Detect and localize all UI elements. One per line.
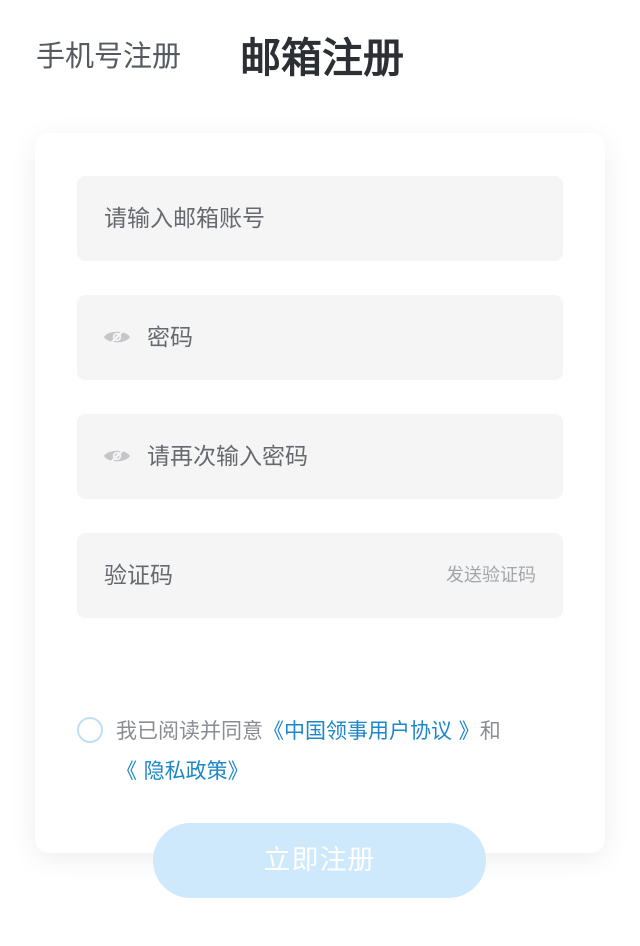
agree-checkbox[interactable]	[77, 717, 103, 743]
eye-slash-icon[interactable]	[103, 447, 131, 465]
confirm-password-input[interactable]	[147, 414, 547, 499]
privacy-policy-link[interactable]: 《 隐私政策》	[116, 759, 249, 783]
register-button[interactable]: 立即注册	[153, 823, 486, 898]
register-tabs: 手机号注册 邮箱注册	[0, 0, 640, 110]
user-agreement-link[interactable]: 《中国领事用户协议 》	[263, 719, 480, 743]
agreement-row: 我已阅读并同意《中国领事用户协议 》和《 隐私政策》	[77, 711, 547, 791]
agreement-conjunction: 和	[479, 719, 501, 743]
email-input[interactable]	[104, 176, 544, 261]
email-field-box	[77, 176, 563, 261]
register-form-card: 发送验证码 我已阅读并同意《中国领事用户协议 》和《 隐私政策》	[35, 133, 605, 853]
agreement-text: 我已阅读并同意《中国领事用户协议 》和《 隐私政策》	[116, 711, 547, 791]
tab-email-register[interactable]: 邮箱注册	[240, 24, 404, 84]
password-field-box	[77, 295, 563, 380]
tab-phone-register[interactable]: 手机号注册	[36, 33, 181, 75]
send-code-button[interactable]: 发送验证码	[446, 533, 536, 618]
eye-slash-icon[interactable]	[103, 328, 131, 346]
verification-code-input[interactable]	[104, 533, 404, 618]
password-input[interactable]	[147, 295, 547, 380]
confirm-password-field-box	[77, 414, 563, 499]
verification-code-field-box: 发送验证码	[77, 533, 563, 618]
agreement-prefix: 我已阅读并同意	[116, 719, 263, 743]
